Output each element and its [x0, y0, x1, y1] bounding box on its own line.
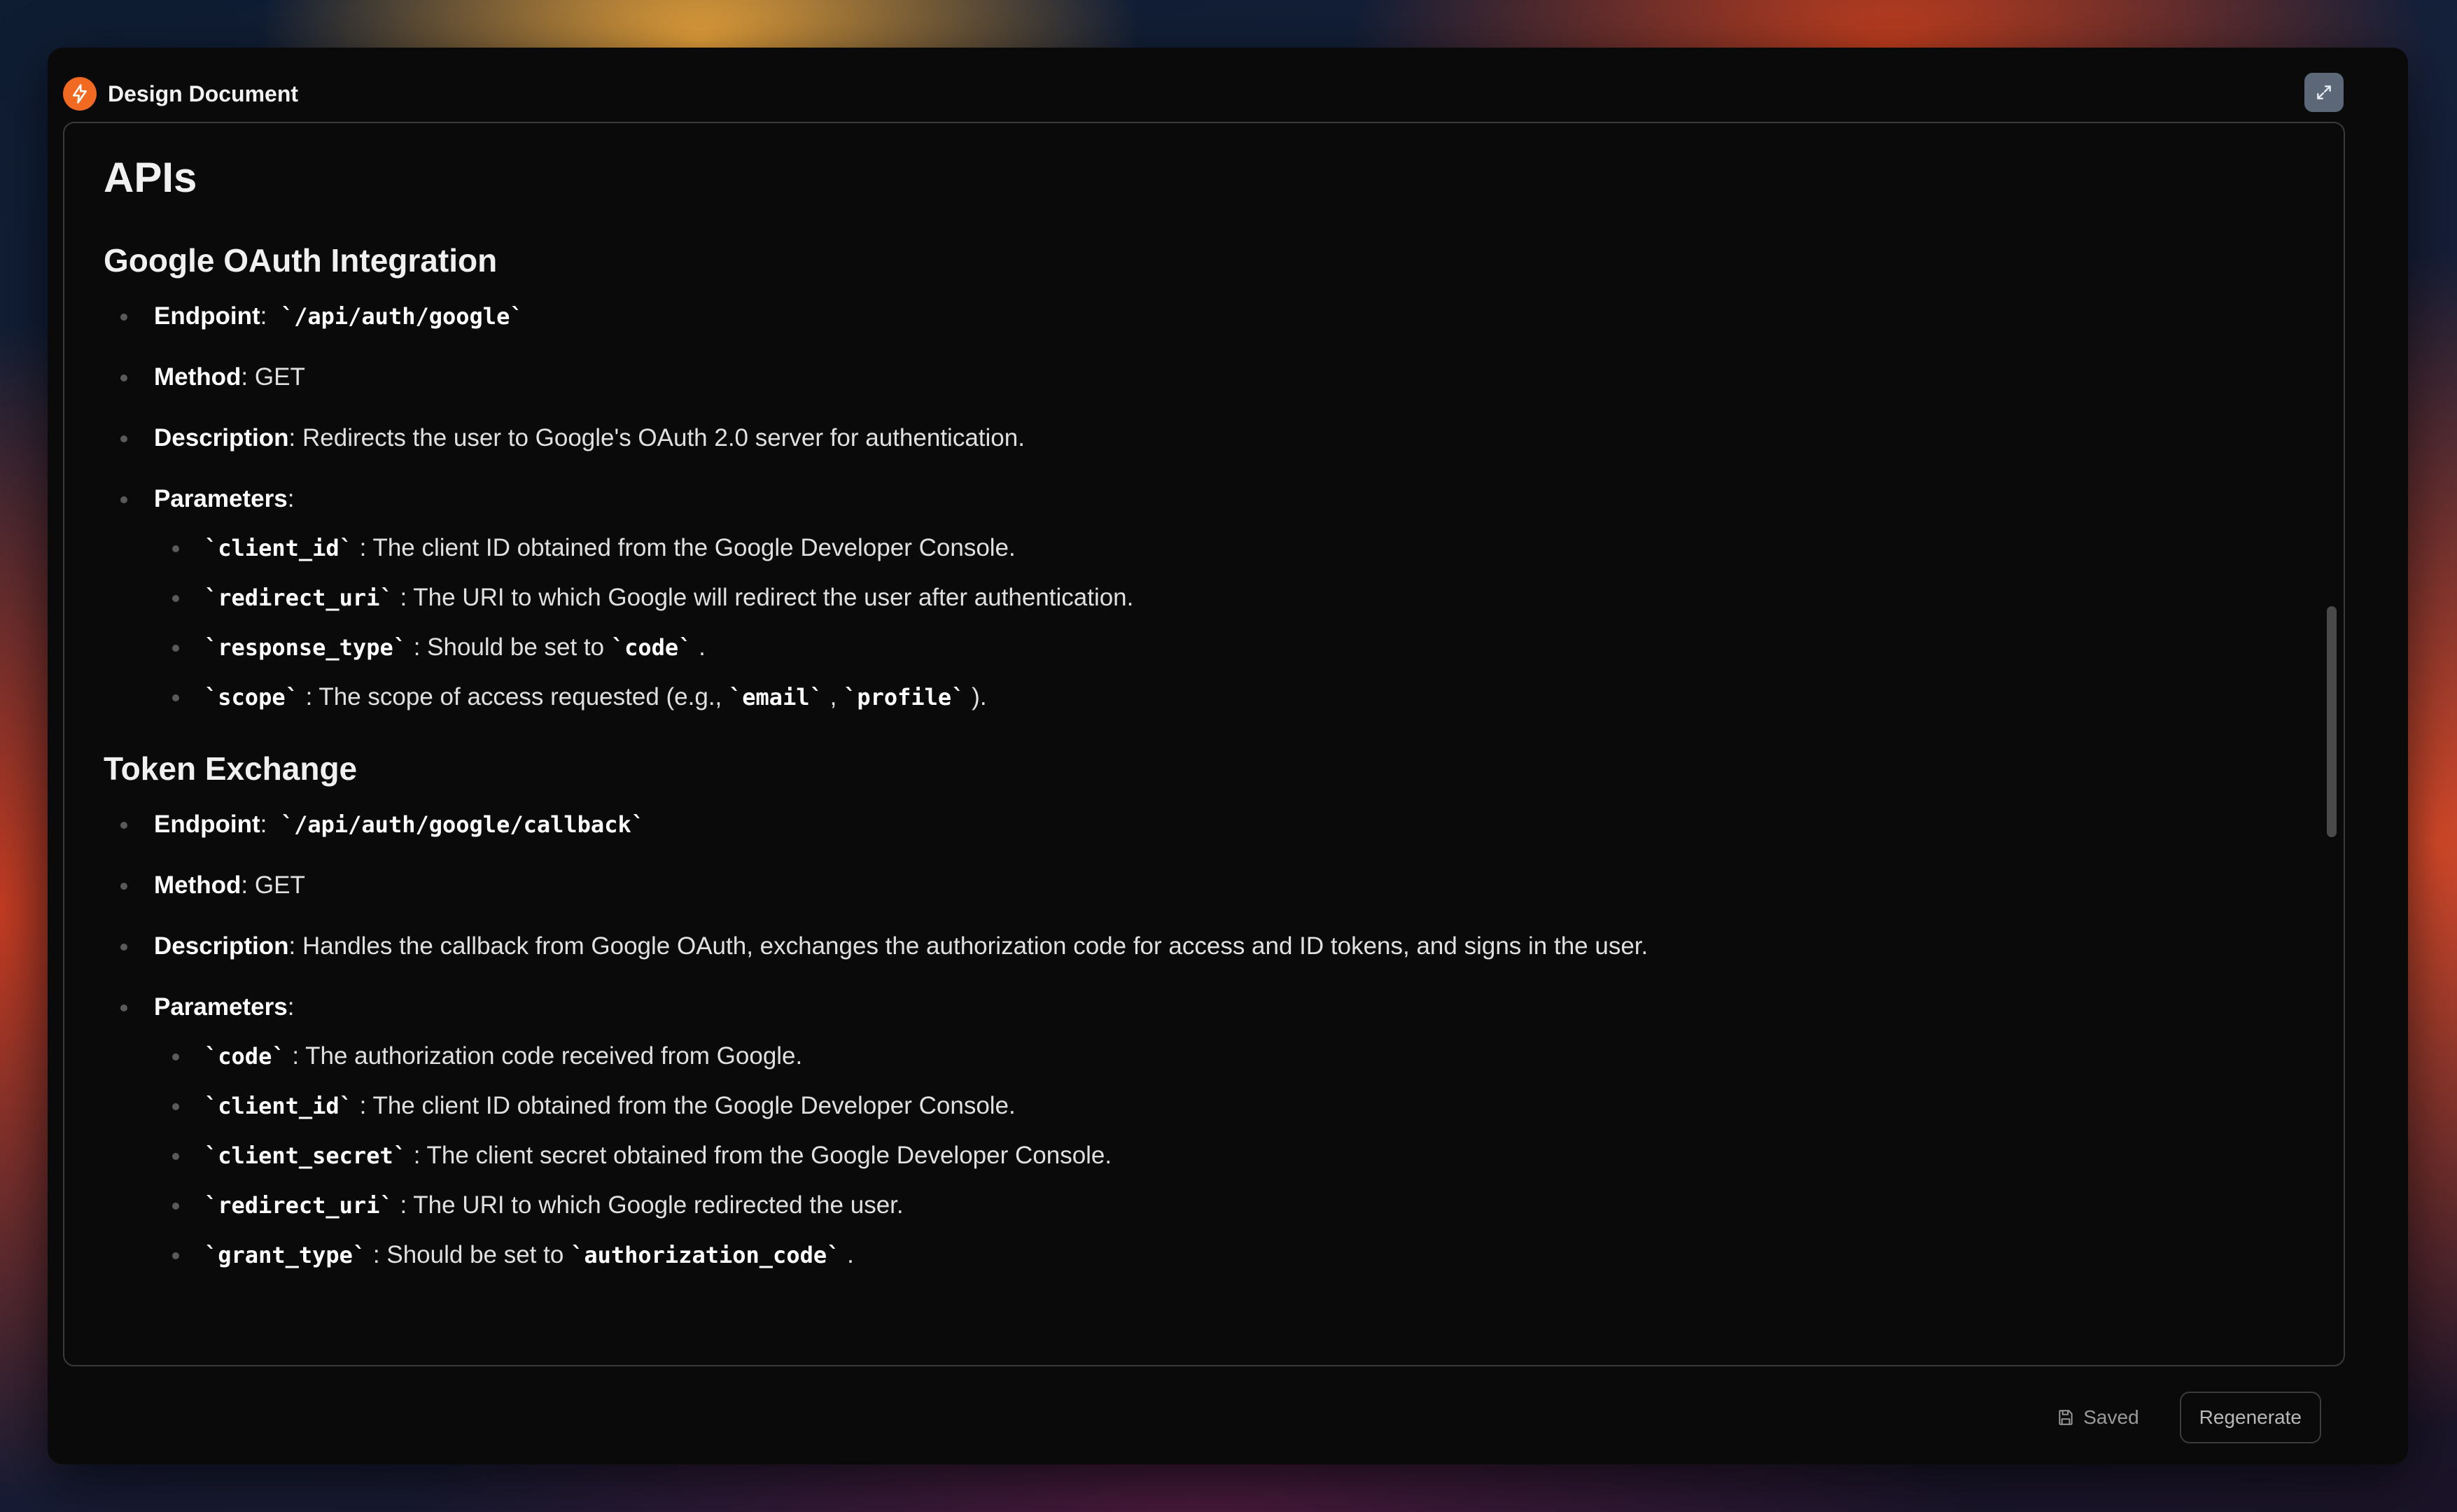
list-item: Description: Handles the callback from G… [104, 930, 2288, 963]
endpoint-value: `/api/auth/google/callback` [280, 811, 645, 838]
saved-status: Saved [2057, 1406, 2139, 1429]
param-text: . [692, 634, 706, 661]
parameter-item: `redirect_uri` : The URI to which Google… [146, 1189, 2288, 1222]
param-code: `scope` [204, 684, 299, 710]
design-document-window: Design Document APIs Google OAuth Integr… [48, 48, 2408, 1464]
parameter-item: `grant_type` : Should be set to `authori… [146, 1238, 2288, 1272]
parameter-item: `scope` : The scope of access requested … [146, 680, 2288, 714]
description-label: Description [154, 932, 289, 960]
method-label: Method [154, 363, 241, 391]
method-value: : GET [241, 363, 305, 391]
endpoint-value: `/api/auth/google` [280, 303, 524, 330]
param-text: . [840, 1241, 854, 1268]
list-item: Method: GET [104, 869, 2288, 902]
bolt-icon [63, 77, 97, 111]
param-text: : The authorization code received from G… [285, 1042, 803, 1070]
document-content[interactable]: APIs Google OAuth Integration Endpoint: … [63, 122, 2345, 1366]
parameter-item: `response_type` : Should be set to `code… [146, 631, 2288, 664]
param-code: `authorization_code` [570, 1242, 841, 1268]
saved-label: Saved [2083, 1406, 2139, 1428]
regenerate-button[interactable]: Regenerate [2179, 1392, 2321, 1443]
parameter-item: `code` : The authorization code received… [146, 1040, 2288, 1073]
param-text: : The client ID obtained from the Google… [352, 1092, 1016, 1119]
parameters-list: `code` : The authorization code received… [154, 1040, 2288, 1272]
parameter-item: `redirect_uri` : The URI to which Google… [146, 581, 2288, 615]
save-icon [2059, 1410, 2073, 1425]
section-heading: Token Exchange [104, 750, 358, 787]
method-value: : GET [241, 872, 305, 899]
param-code: `client_id` [204, 1093, 353, 1119]
param-text: : The URI to which Google will redirect … [393, 584, 1134, 611]
window-footer: Saved Regenerate [2057, 1392, 2321, 1443]
section-list: Endpoint: `/api/auth/google` Method: GET… [104, 300, 2288, 714]
list-item: Endpoint: `/api/auth/google` [104, 300, 2288, 333]
parameters-label: Parameters [154, 993, 288, 1021]
endpoint-label: Endpoint [154, 811, 260, 838]
expand-button[interactable] [2304, 73, 2344, 112]
param-code: `email` [729, 684, 823, 710]
method-label: Method [154, 872, 241, 899]
description-label: Description [154, 424, 289, 451]
endpoint-label: Endpoint [154, 302, 260, 330]
window-header: Design Document [63, 76, 2345, 112]
doc-heading-apis: APIs [104, 154, 197, 201]
scrollbar-thumb[interactable] [2327, 606, 2337, 837]
expand-icon [2317, 85, 2331, 99]
param-text: : Should be set to [406, 634, 611, 661]
list-item: Parameters: `client_id` : The client ID … [104, 482, 2288, 714]
param-code: `client_secret` [204, 1142, 407, 1169]
parameter-item: `client_id` : The client ID obtained fro… [146, 1089, 2288, 1123]
parameters-list: `client_id` : The client ID obtained fro… [154, 531, 2288, 714]
param-code: `profile` [844, 684, 965, 710]
param-code: `redirect_uri` [204, 1192, 393, 1219]
list-item: Parameters: `code` : The authorization c… [104, 990, 2288, 1272]
parameter-item: `client_secret` : The client secret obta… [146, 1139, 2288, 1172]
param-text: : The client secret obtained from the Go… [406, 1142, 1112, 1169]
param-text: : The scope of access requested (e.g., [298, 683, 729, 710]
page-title: Design Document [108, 80, 299, 106]
param-code: `grant_type` [204, 1242, 367, 1268]
param-text: : Should be set to [366, 1241, 571, 1268]
param-text: , [822, 683, 844, 710]
param-text: : The URI to which Google redirected the… [393, 1191, 904, 1219]
description-value: : Redirects the user to Google's OAuth 2… [288, 424, 1025, 451]
param-text: ). [965, 683, 987, 710]
param-text: : The client ID obtained from the Google… [352, 534, 1016, 561]
param-code: `code` [204, 1043, 286, 1070]
section-list: Endpoint: `/api/auth/google/callback` Me… [104, 808, 2288, 1272]
param-code: `response_type` [204, 634, 407, 661]
list-item: Method: GET [104, 360, 2288, 394]
list-item: Description: Redirects the user to Googl… [104, 421, 2288, 455]
param-code: `client_id` [204, 535, 353, 561]
description-value: : Handles the callback from Google OAuth… [288, 932, 1648, 960]
section-heading: Google OAuth Integration [104, 242, 498, 279]
document-body: APIs Google OAuth Integration Endpoint: … [104, 150, 2288, 1288]
param-code: `redirect_uri` [204, 584, 393, 611]
parameters-label: Parameters [154, 485, 288, 512]
parameter-item: `client_id` : The client ID obtained fro… [146, 531, 2288, 565]
list-item: Endpoint: `/api/auth/google/callback` [104, 808, 2288, 841]
param-code: `code` [610, 634, 692, 661]
